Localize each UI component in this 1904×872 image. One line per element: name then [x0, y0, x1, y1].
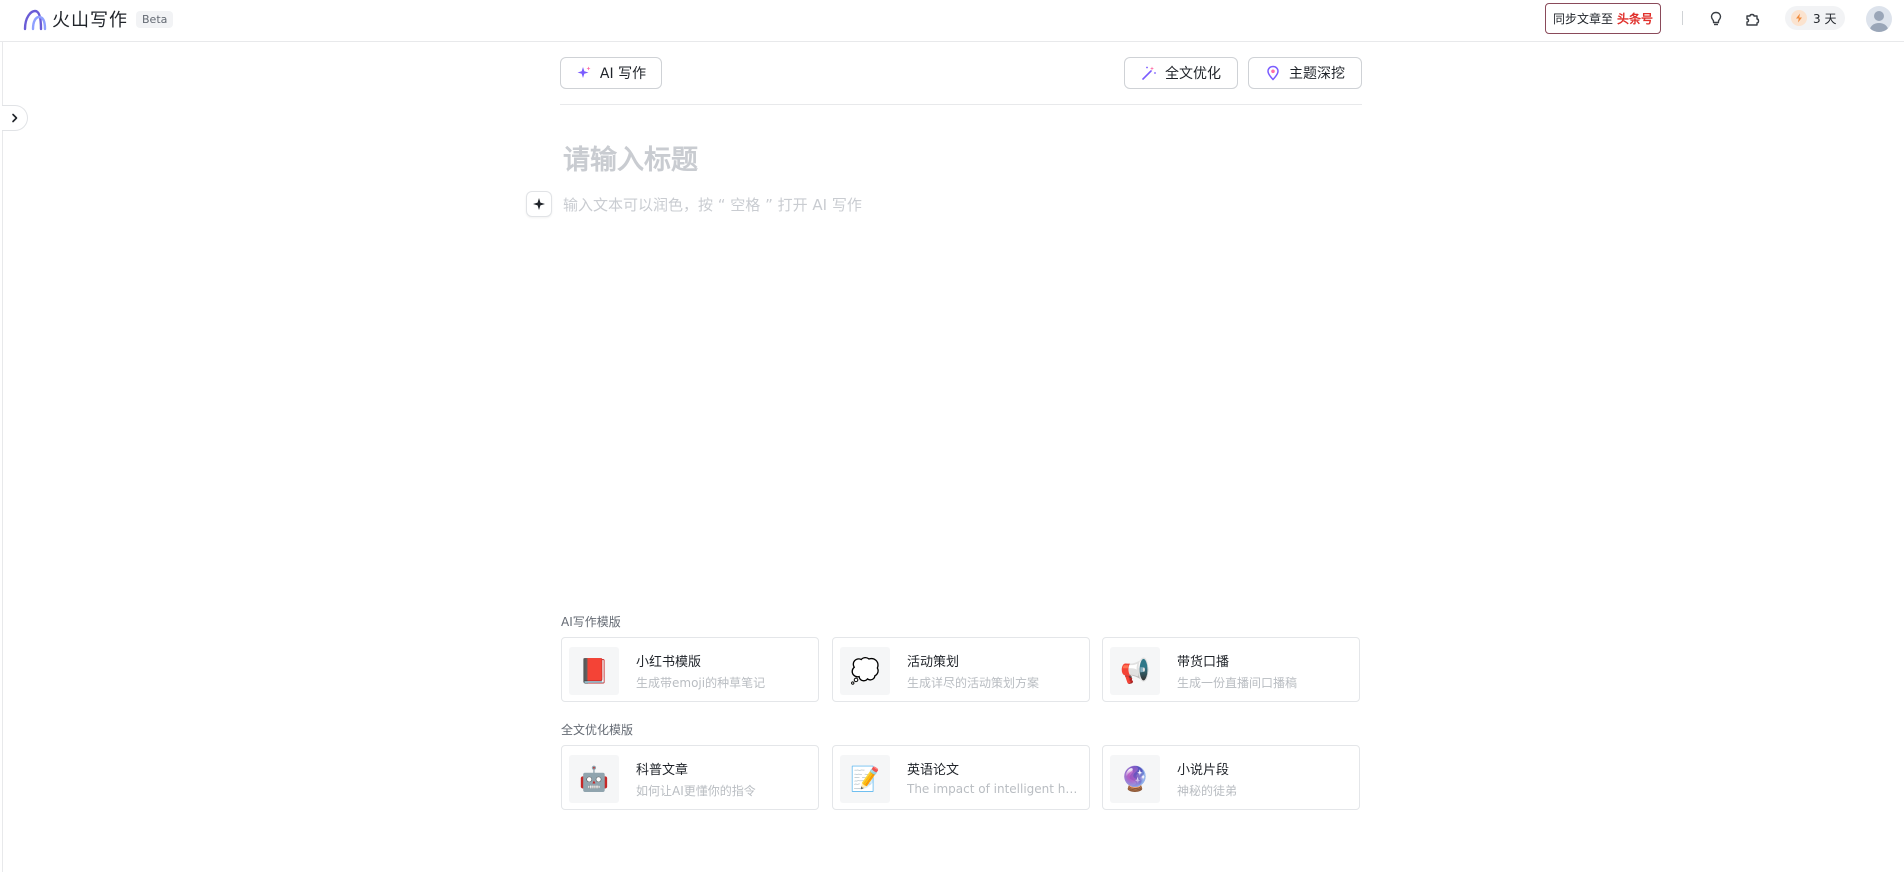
title-input[interactable]: 请输入标题: [563, 138, 698, 177]
template-desc: 如何让AI更懂你的指令: [636, 784, 756, 798]
template-desc: 生成详尽的活动策划方案: [907, 676, 1040, 690]
logo-mark-icon: [23, 9, 47, 31]
template-title: 小说片段: [1177, 763, 1230, 778]
template-card-live-sales-script[interactable]: 📢 带货口播 生成一份直播间口播稿: [1102, 637, 1360, 702]
ai-templates-heading: AI写作模版: [561, 615, 621, 629]
template-card-english-paper[interactable]: 📝 英语论文 The impact of intelligent hou…: [832, 745, 1090, 810]
days-label: 3 天: [1813, 11, 1837, 26]
sync-brand: 头条号: [1617, 12, 1654, 26]
template-desc: 生成一份直播间口播稿: [1177, 676, 1298, 690]
book-icon: 📕: [569, 647, 619, 695]
bolt-icon: [1791, 10, 1807, 26]
ai-assist-button[interactable]: [526, 191, 552, 217]
template-card-novel-excerpt[interactable]: 🔮 小说片段 神秘的徒弟: [1102, 745, 1360, 810]
template-title: 小红书模版: [636, 655, 702, 670]
thought-bubble-icon: 💭: [840, 647, 890, 695]
magic-wand-icon: [1142, 66, 1156, 80]
template-title: 带货口播: [1177, 655, 1230, 670]
app-logo[interactable]: 火山写作 Beta: [22, 6, 174, 32]
robot-icon: 🤖: [569, 755, 619, 803]
optimize-templates-heading: 全文优化模版: [561, 723, 634, 737]
sidebar-expand-button[interactable]: [2, 105, 28, 131]
sidebar-edge: [2, 42, 3, 872]
header-divider: [1682, 11, 1683, 25]
chevron-right-icon: [11, 113, 17, 123]
sparkle-icon: [577, 66, 591, 78]
template-card-science-article[interactable]: 🤖 科普文章 如何让AI更懂你的指令: [561, 745, 819, 810]
lightbulb-icon[interactable]: [1706, 9, 1726, 29]
full-optimize-button[interactable]: 全文优化: [1124, 57, 1238, 89]
ai-write-label: AI 写作: [599, 66, 647, 82]
puzzle-icon[interactable]: [1742, 9, 1762, 29]
template-desc: The impact of intelligent hou…: [907, 782, 1083, 796]
template-title: 英语论文: [907, 763, 960, 778]
template-desc: 生成带emoji的种草笔记: [636, 676, 766, 690]
template-title: 科普文章: [636, 763, 689, 778]
top-header: 火山写作 Beta 同步文章至 头条号 3 天: [0, 0, 1904, 42]
template-card-event-planning[interactable]: 💭 活动策划 生成详尽的活动策划方案: [832, 637, 1090, 702]
full-optimize-label: 全文优化: [1165, 66, 1221, 82]
body-input[interactable]: 输入文本可以润色，按 “ 空格 ” 打开 AI 写作: [563, 194, 862, 215]
toolbar-divider: [560, 104, 1362, 105]
app-name: 火山写作: [52, 10, 128, 31]
megaphone-icon: 📢: [1110, 647, 1160, 695]
template-title: 活动策划: [907, 655, 960, 670]
membership-days-badge[interactable]: 3 天: [1785, 6, 1845, 30]
topic-dig-label: 主题深挖: [1289, 66, 1345, 82]
memo-icon: 📝: [840, 755, 890, 803]
template-desc: 神秘的徒弟: [1177, 784, 1238, 798]
avatar-icon[interactable]: [1866, 6, 1892, 32]
sync-label: 同步文章至: [1552, 12, 1613, 26]
sync-to-toutiao-button[interactable]: 同步文章至 头条号: [1545, 3, 1661, 34]
beta-badge: Beta: [136, 10, 174, 28]
ai-write-button[interactable]: AI 写作: [560, 57, 662, 89]
topic-dig-button[interactable]: 主题深挖: [1248, 57, 1362, 89]
template-card-xiaohongshu[interactable]: 📕 小红书模版 生成带emoji的种草笔记: [561, 637, 819, 702]
sparkle-icon: [533, 198, 545, 210]
location-pin-icon: [1267, 65, 1279, 81]
crystal-ball-icon: 🔮: [1110, 755, 1160, 803]
